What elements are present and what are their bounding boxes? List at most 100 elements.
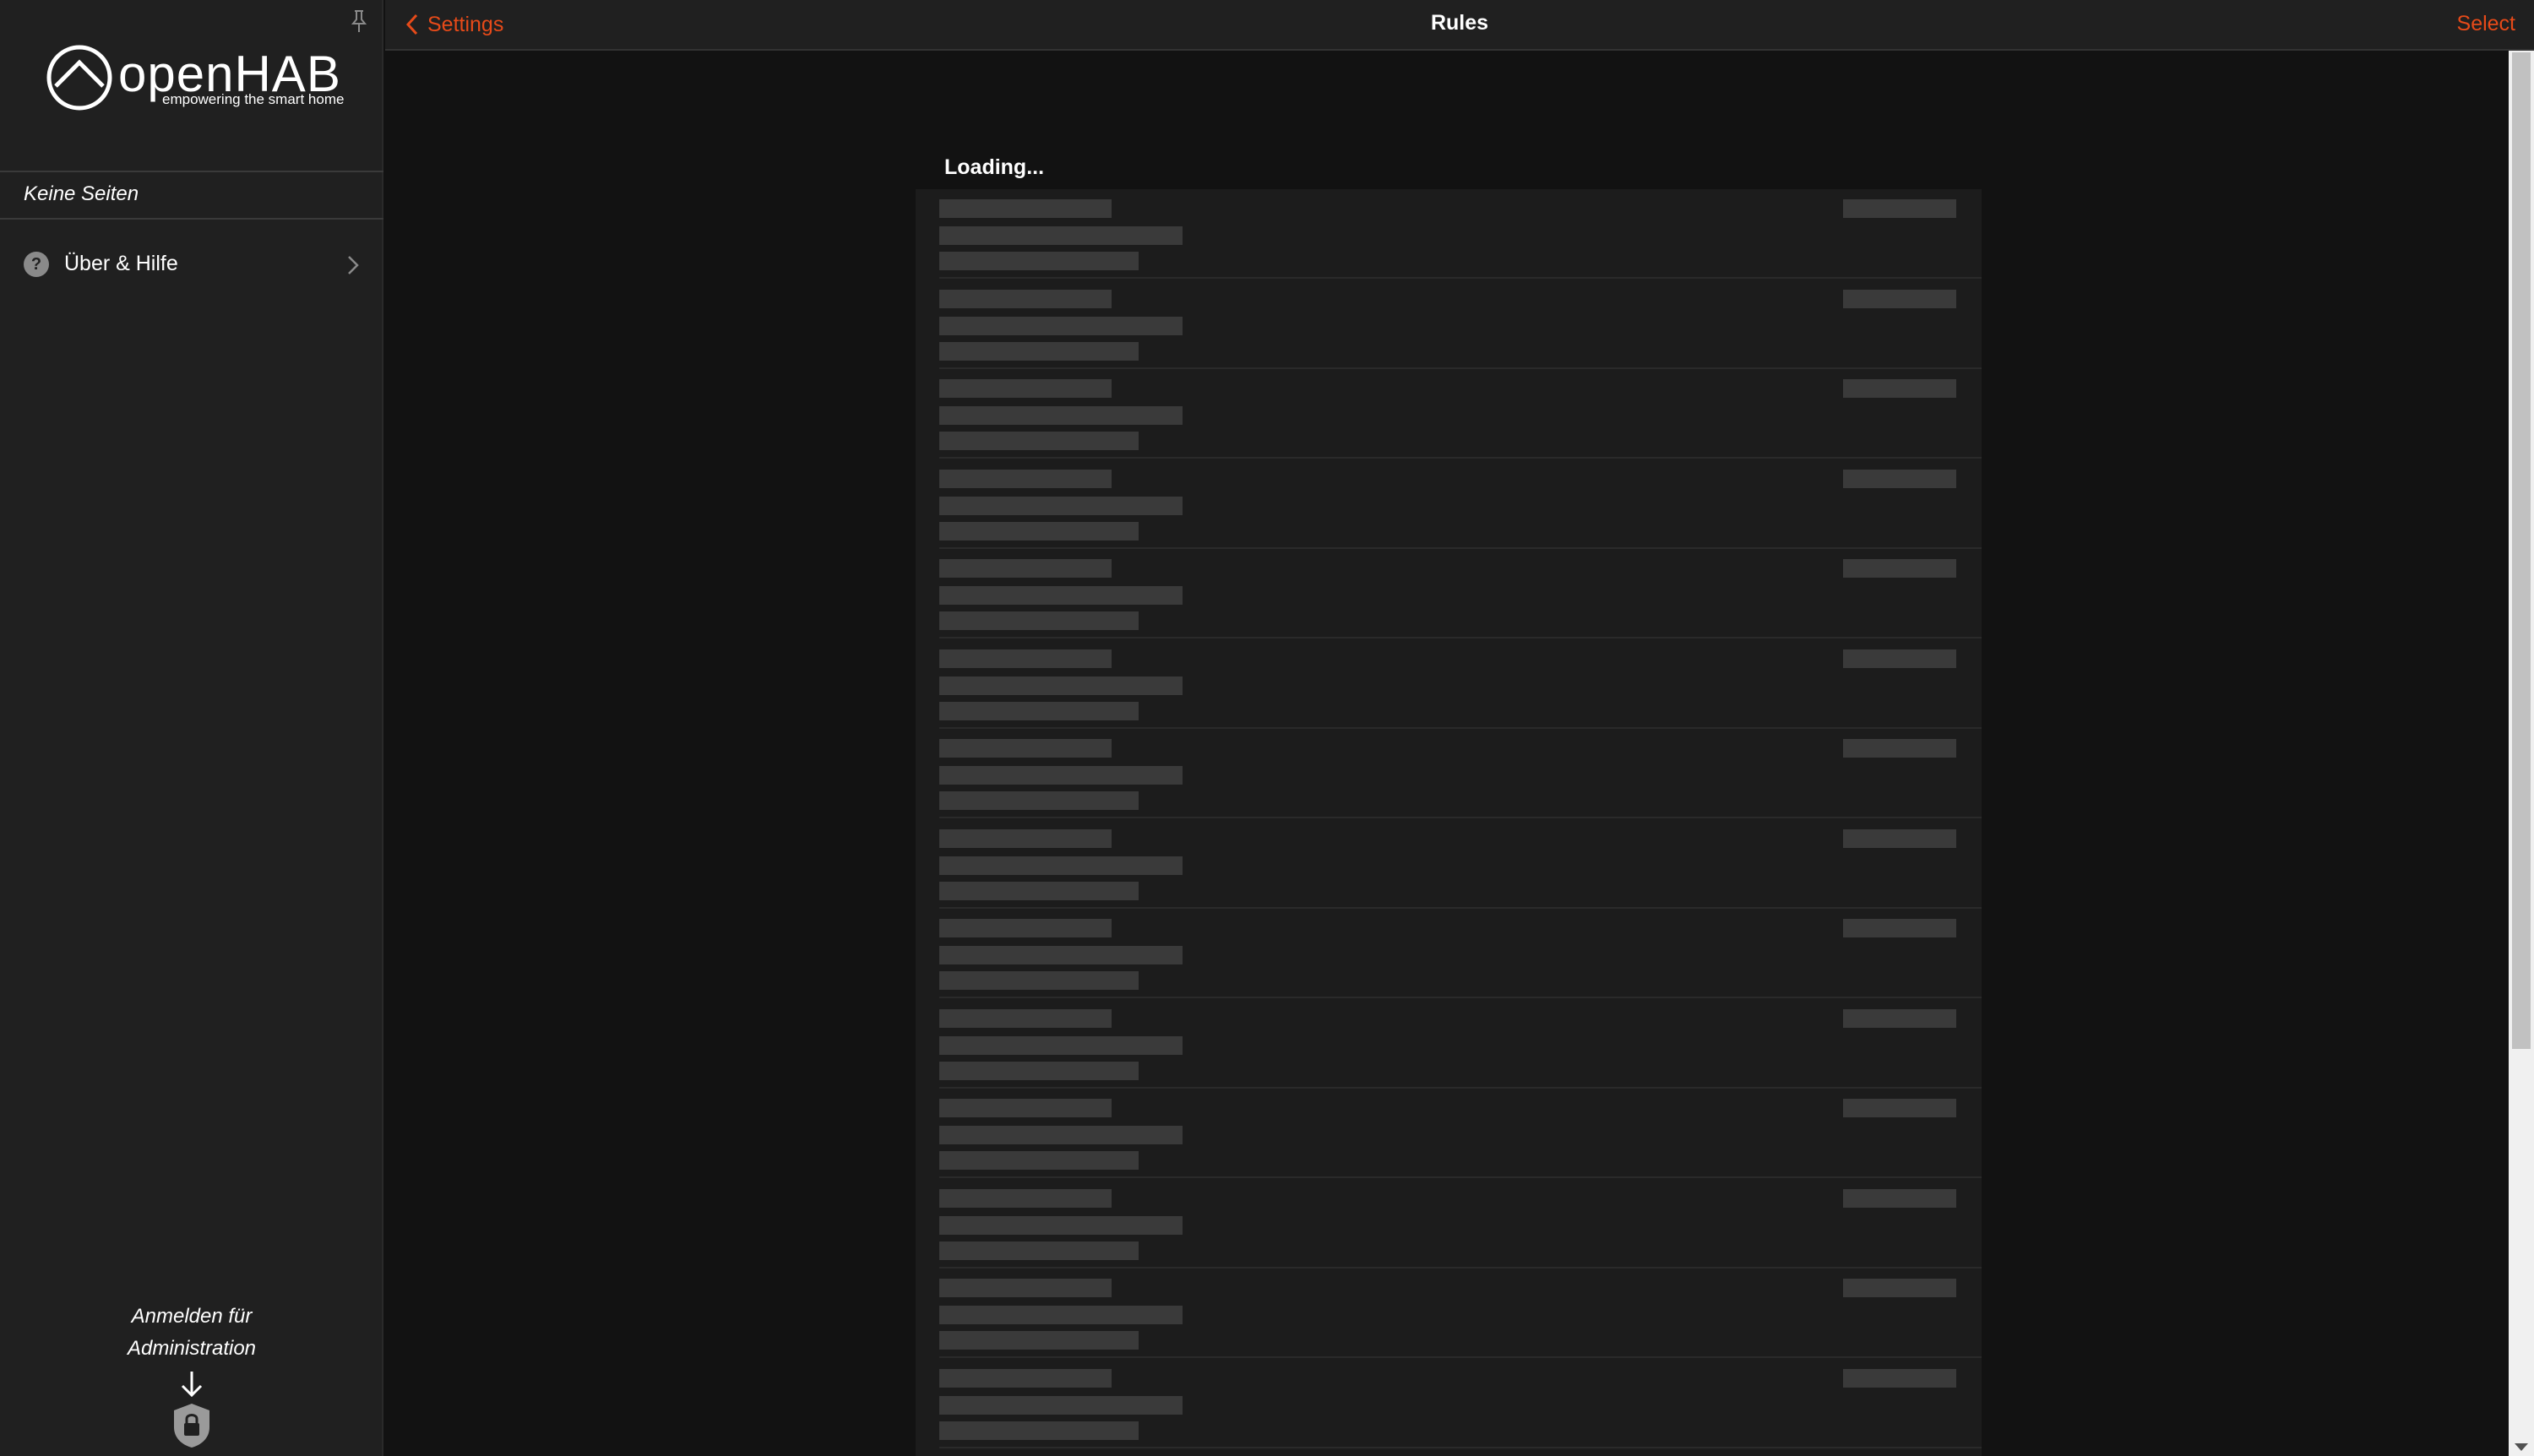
help-icon: ? <box>24 252 49 277</box>
skeleton-bar <box>939 1061 1139 1080</box>
skeleton-bar <box>939 881 1139 900</box>
skeleton-bar <box>939 1421 1139 1440</box>
list-item-skeleton[interactable] <box>916 729 1982 818</box>
openhab-logo: openHAB empowering the smart home <box>46 44 345 113</box>
list-item-skeleton[interactable] <box>916 549 1982 638</box>
skeleton-bar <box>1843 739 1956 758</box>
list-item-skeleton[interactable] <box>916 909 1982 998</box>
skeleton-bar <box>939 559 1112 578</box>
skeleton-bar <box>939 829 1112 848</box>
skeleton-bar <box>939 316 1183 335</box>
skeleton-bar <box>1843 649 1956 668</box>
navbar: Rules Settings Select <box>385 0 2534 51</box>
skeleton-bar <box>939 701 1139 720</box>
list-item-skeleton[interactable] <box>916 280 1982 369</box>
skeleton-bar <box>939 1188 1112 1208</box>
list-item-skeleton[interactable] <box>916 459 1982 549</box>
rules-list <box>916 189 1982 1456</box>
list-item-skeleton[interactable] <box>916 189 1982 279</box>
openhab-logo-icon <box>46 45 112 111</box>
skeleton-bar <box>939 739 1112 758</box>
row-divider <box>939 1446 1982 1448</box>
skeleton-bar <box>1843 559 1956 578</box>
scrollbar[interactable] <box>2509 51 2534 1456</box>
skeleton-bar <box>1843 1279 1956 1297</box>
skeleton-bar <box>939 406 1183 425</box>
arrow-down-icon <box>181 1372 203 1398</box>
skeleton-bar <box>1843 919 1956 937</box>
skeleton-bar <box>939 1368 1112 1388</box>
skeleton-bar <box>1843 1008 1956 1028</box>
skeleton-bar <box>939 199 1112 218</box>
list-item-skeleton[interactable] <box>916 1089 1982 1178</box>
skeleton-bar <box>1843 289 1956 308</box>
sidebar: openHAB empowering the smart home Keine … <box>0 0 383 1456</box>
list-item-skeleton[interactable] <box>916 999 1982 1089</box>
list-item-skeleton[interactable] <box>916 369 1982 459</box>
skeleton-bar <box>1843 1368 1956 1388</box>
back-label: Settings <box>427 12 504 36</box>
sidebar-divider <box>0 171 383 172</box>
sidebar-item-about-help[interactable]: ? Über & Hilfe <box>0 238 382 291</box>
page-title: Rules <box>1430 11 1489 35</box>
skeleton-bar <box>1843 1099 1956 1117</box>
sidebar-item-label: Über & Hilfe <box>64 252 178 275</box>
skeleton-bar <box>1843 1188 1956 1208</box>
skeleton-bar <box>1843 199 1956 218</box>
login-hint: Anmelden für Administration <box>0 1301 383 1365</box>
skeleton-bar <box>939 1126 1183 1144</box>
skeleton-bar <box>939 432 1139 450</box>
skeleton-bar <box>939 1279 1112 1297</box>
logo-tagline: empowering the smart home <box>162 91 345 107</box>
skeleton-bar <box>939 1151 1139 1170</box>
skeleton-bar <box>939 521 1139 541</box>
skeleton-bar <box>939 1306 1183 1324</box>
skeleton-bar <box>939 1241 1139 1260</box>
skeleton-bar <box>939 766 1183 785</box>
list-item-skeleton[interactable] <box>916 1269 1982 1358</box>
chevron-left-icon <box>405 14 418 35</box>
back-button[interactable]: Settings <box>405 0 503 49</box>
main-content: Loading... <box>385 51 2509 1456</box>
select-button[interactable]: Select <box>2457 0 2515 49</box>
scroll-down-arrow-icon[interactable] <box>2515 1443 2528 1451</box>
skeleton-bar <box>939 469 1112 488</box>
lock-icon[interactable] <box>171 1402 212 1449</box>
list-item-skeleton[interactable] <box>916 1179 1982 1269</box>
login-hint-line1: Anmelden für <box>131 1305 253 1328</box>
skeleton-bar <box>939 791 1139 810</box>
list-item-skeleton[interactable] <box>916 639 1982 729</box>
chevron-right-icon <box>348 256 359 274</box>
skeleton-bar <box>939 676 1183 695</box>
skeleton-bar <box>939 649 1112 668</box>
skeleton-bar <box>939 1395 1183 1415</box>
sidebar-divider <box>0 218 383 220</box>
skeleton-bar <box>939 379 1112 398</box>
skeleton-bar <box>1843 829 1956 848</box>
skeleton-bar <box>939 1099 1112 1117</box>
skeleton-bar <box>939 252 1139 270</box>
skeleton-bar <box>939 971 1139 990</box>
scrollbar-thumb[interactable] <box>2512 52 2531 1049</box>
skeleton-bar <box>939 1035 1183 1055</box>
list-item-skeleton[interactable] <box>916 819 1982 909</box>
skeleton-bar <box>939 1331 1139 1350</box>
login-hint-line2: Administration <box>127 1337 257 1360</box>
skeleton-bar <box>939 611 1139 630</box>
skeleton-bar <box>939 586 1183 605</box>
skeleton-bar <box>939 496 1183 515</box>
skeleton-bar <box>939 341 1139 361</box>
list-item-skeleton[interactable] <box>916 1359 1982 1448</box>
loading-title: Loading... <box>944 155 1045 179</box>
skeleton-bar <box>939 289 1112 308</box>
skeleton-bar <box>939 226 1183 245</box>
pin-icon[interactable] <box>348 8 370 34</box>
skeleton-bar <box>1843 469 1956 488</box>
sidebar-section-title: Keine Seiten <box>24 182 139 205</box>
skeleton-bar <box>939 919 1112 937</box>
skeleton-bar <box>939 946 1183 964</box>
skeleton-bar <box>939 1215 1183 1235</box>
skeleton-bar <box>939 1008 1112 1028</box>
skeleton-bar <box>939 856 1183 875</box>
skeleton-bar <box>1843 379 1956 398</box>
